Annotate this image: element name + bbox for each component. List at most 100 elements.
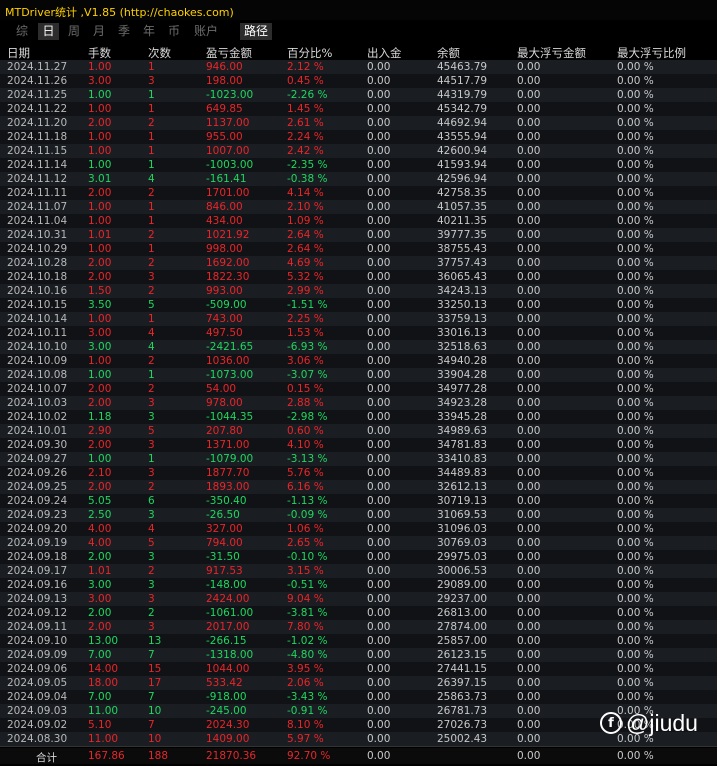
table-row[interactable]: 2024.11.14 1.00 1 -1003.00 -2.35 % 0.00 41593.… — [0, 158, 717, 172]
cell-deposit: 0.00 — [367, 677, 391, 689]
cell-deposit: 0.00 — [367, 607, 391, 619]
table-row[interactable]: 2024.09.10 13.00 13 -266.15 -1.02 % 0.00 25857… — [0, 634, 717, 648]
col-header-deposit[interactable]: 出入金 — [367, 45, 402, 61]
table-row[interactable]: 2024.09.30 2.00 3 1371.00 4.10 % 0.00 34781.83… — [0, 438, 717, 452]
col-header-profit[interactable]: 盈亏金额 — [206, 45, 252, 61]
table-row[interactable]: 2024.11.26 3.00 3 198.00 0.45 % 0.00 44517.79 0… — [0, 74, 717, 88]
table-row[interactable]: 2024.11.25 1.00 1 -1023.00 -2.26 % 0.00 44319.… — [0, 88, 717, 102]
tab-account[interactable]: 账户 — [190, 23, 222, 40]
cell-date: 2024.11.12 — [7, 173, 68, 185]
cell-date: 2024.10.07 — [7, 383, 68, 395]
table-row[interactable]: 2024.11.27 1.00 1 946.00 2.12 % 0.00 45463.79 0… — [0, 60, 717, 74]
cell-profit: 2017.00 — [206, 621, 250, 633]
table-row[interactable]: 2024.09.13 3.00 3 2424.00 9.04 % 0.00 29237.00… — [0, 592, 717, 606]
table-row[interactable]: 2024.09.04 7.00 7 -918.00 -3.43 % 0.00 25863.7… — [0, 690, 717, 704]
cell-date: 2024.09.13 — [7, 593, 68, 605]
table-row[interactable]: 2024.10.03 2.00 3 978.00 2.88 % 0.00 34923.28 0… — [0, 396, 717, 410]
table-row[interactable]: 2024.09.19 4.00 5 794.00 2.65 % 0.00 30769.03 0… — [0, 536, 717, 550]
table-row[interactable]: 2024.09.25 2.00 2 1893.00 6.16 % 0.00 32612.13… — [0, 480, 717, 494]
cell-max-drawdown-ratio: 0.00 % — [617, 271, 654, 283]
table-row[interactable]: 2024.10.31 1.01 2 1021.92 2.64 % 0.00 39777.35… — [0, 228, 717, 242]
table-row[interactable]: 2024.11.12 3.01 4 -161.41 -0.38 % 0.00 42596.9… — [0, 172, 717, 186]
total-deposit: 0.00 — [367, 750, 391, 762]
table-row[interactable]: 2024.10.10 3.00 4 -2421.65 -6.93 % 0.00 32518.… — [0, 340, 717, 354]
table-row[interactable]: 2024.09.17 1.01 2 917.53 3.15 % 0.00 30006.53 0… — [0, 564, 717, 578]
cell-count: 2 — [148, 229, 155, 241]
cell-max-drawdown: 0.00 — [517, 579, 541, 591]
table-row[interactable]: 2024.09.27 1.00 1 -1079.00 -3.13 % 0.00 33410.… — [0, 452, 717, 466]
cell-percent: -0.91 % — [287, 705, 328, 717]
table-row[interactable]: 2024.09.11 2.00 3 2017.00 7.80 % 0.00 27874.00… — [0, 620, 717, 634]
cell-date: 2024.10.18 — [7, 271, 68, 283]
table-row[interactable]: 2024.11.11 2.00 2 1701.00 4.14 % 0.00 42758.35… — [0, 186, 717, 200]
col-header-balance[interactable]: 余额 — [437, 45, 460, 61]
table-row[interactable]: 2024.10.01 2.90 5 207.80 0.60 % 0.00 34989.63 0… — [0, 424, 717, 438]
tab-year[interactable]: 年 — [139, 23, 159, 40]
table-row[interactable]: 2024.10.11 3.00 4 497.50 1.53 % 0.00 33016.13 0… — [0, 326, 717, 340]
table-row[interactable]: 2024.10.15 3.50 5 -509.00 -1.51 % 0.00 33250.1… — [0, 298, 717, 312]
table-row[interactable]: 2024.11.04 1.00 1 434.00 1.09 % 0.00 40211.35 0… — [0, 214, 717, 228]
table-row[interactable]: 2024.10.07 2.00 2 54.00 0.15 % 0.00 34977.28 0.… — [0, 382, 717, 396]
table-row[interactable]: 2024.09.16 3.00 3 -148.00 -0.51 % 0.00 29089.0… — [0, 578, 717, 592]
cell-deposit: 0.00 — [367, 327, 391, 339]
table-row[interactable]: 2024.09.06 14.00 15 1044.00 3.95 % 0.00 27441.… — [0, 662, 717, 676]
cell-profit: -1061.00 — [206, 607, 254, 619]
table-row[interactable]: 2024.11.18 1.00 1 955.00 2.24 % 0.00 43555.94 0… — [0, 130, 717, 144]
table-row[interactable]: 2024.10.02 1.18 3 -1044.35 -2.98 % 0.00 33945.… — [0, 410, 717, 424]
cell-percent: 2.61 % — [287, 117, 324, 129]
table-row[interactable]: 2024.09.05 18.00 17 533.42 2.06 % 0.00 26397.1… — [0, 676, 717, 690]
table-row[interactable]: 2024.11.22 1.00 1 649.85 1.45 % 0.00 45342.79 0… — [0, 102, 717, 116]
cell-lots: 2.90 — [88, 425, 112, 437]
col-header-percent[interactable]: 百分比% — [287, 45, 332, 61]
tab-currency[interactable]: 币 — [164, 23, 184, 40]
col-header-lots[interactable]: 手数 — [88, 45, 111, 61]
cell-date: 2024.10.09 — [7, 355, 68, 367]
cell-lots: 1.00 — [88, 131, 112, 143]
cell-deposit: 0.00 — [367, 551, 391, 563]
table-row[interactable]: 2024.10.18 2.00 3 1822.30 5.32 % 0.00 36065.43… — [0, 270, 717, 284]
tab-quarter[interactable]: 季 — [114, 23, 134, 40]
cell-deposit: 0.00 — [367, 271, 391, 283]
cell-profit: -1073.00 — [206, 369, 254, 381]
col-header-max-drawdown[interactable]: 最大浮亏金额 — [517, 45, 586, 61]
cell-count: 5 — [148, 537, 155, 549]
table-row[interactable]: 2024.09.09 7.00 7 -1318.00 -4.80 % 0.00 26123.… — [0, 648, 717, 662]
table-row[interactable]: 2024.11.20 2.00 2 1137.00 2.61 % 0.00 44692.94… — [0, 116, 717, 130]
tab-month[interactable]: 月 — [89, 23, 109, 40]
col-header-count[interactable]: 次数 — [148, 45, 171, 61]
tab-day[interactable]: 日 — [38, 23, 59, 40]
cell-max-drawdown: 0.00 — [517, 733, 541, 745]
table-row[interactable]: 2024.09.12 2.00 2 -1061.00 -3.81 % 0.00 26813.… — [0, 606, 717, 620]
table-row[interactable]: 2024.09.18 2.00 3 -31.50 -0.10 % 0.00 29975.03… — [0, 550, 717, 564]
table-row[interactable]: 2024.11.07 1.00 1 846.00 2.10 % 0.00 41057.35 0… — [0, 200, 717, 214]
col-header-max-drawdown-ratio[interactable]: 最大浮亏比例 — [617, 45, 686, 61]
cell-profit: 1036.00 — [206, 355, 250, 367]
tab-overview[interactable]: 综 — [12, 23, 32, 40]
table-row[interactable]: 2024.09.24 5.05 6 -350.40 -1.13 % 0.00 30719.1… — [0, 494, 717, 508]
cell-max-drawdown: 0.00 — [517, 89, 541, 101]
cell-profit: 649.85 — [206, 103, 243, 115]
table-row[interactable]: 2024.11.15 1.00 1 1007.00 2.42 % 0.00 42600.94… — [0, 144, 717, 158]
cell-lots: 7.00 — [88, 649, 112, 661]
cell-count: 4 — [148, 523, 155, 535]
table-row[interactable]: 2024.09.20 4.00 4 327.00 1.06 % 0.00 31096.03 0… — [0, 522, 717, 536]
tab-week[interactable]: 周 — [64, 23, 84, 40]
table-row[interactable]: 2024.09.23 2.50 3 -26.50 -0.09 % 0.00 31069.53… — [0, 508, 717, 522]
table-row[interactable]: 2024.10.09 1.00 2 1036.00 3.06 % 0.00 34940.28… — [0, 354, 717, 368]
table-row[interactable]: 2024.10.16 1.50 2 993.00 2.99 % 0.00 34243.13 0… — [0, 284, 717, 298]
table-row[interactable]: 2024.10.08 1.00 1 -1073.00 -3.07 % 0.00 33904.… — [0, 368, 717, 382]
cell-percent: 1.09 % — [287, 215, 324, 227]
cell-count: 2 — [148, 187, 155, 199]
table-row[interactable]: 2024.09.26 2.10 3 1877.70 5.76 % 0.00 34489.83… — [0, 466, 717, 480]
cell-deposit: 0.00 — [367, 89, 391, 101]
table-row[interactable]: 2024.10.29 1.00 1 998.00 2.64 % 0.00 38755.43 0… — [0, 242, 717, 256]
col-header-date[interactable]: 日期 — [7, 45, 30, 61]
cell-deposit: 0.00 — [367, 565, 391, 577]
cell-date: 2024.10.15 — [7, 299, 68, 311]
table-row[interactable]: 2024.10.28 2.00 2 1692.00 4.69 % 0.00 37757.43… — [0, 256, 717, 270]
table-row[interactable]: 2024.10.14 1.00 1 743.00 2.25 % 0.00 33759.13 0… — [0, 312, 717, 326]
cell-balance: 29975.03 — [437, 551, 488, 563]
tab-path[interactable]: 路径 — [240, 23, 272, 40]
daily-stats-table[interactable]: 2024.11.27 1.00 1 946.00 2.12 % 0.00 45463.79 0… — [0, 60, 717, 746]
cell-deposit: 0.00 — [367, 257, 391, 269]
